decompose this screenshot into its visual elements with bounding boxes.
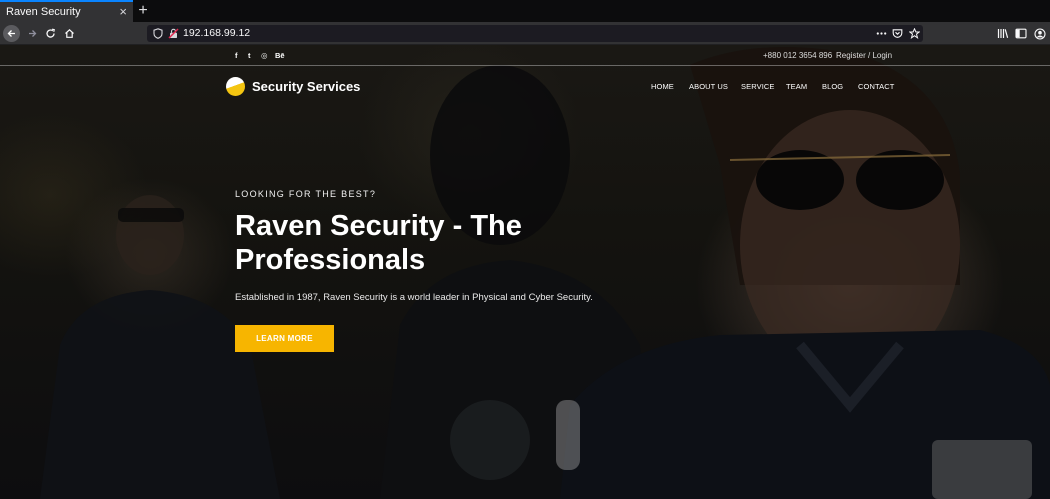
logo-icon[interactable] [226,77,245,96]
hero-subtext: Established in 1987, Raven Security is a… [235,292,593,303]
sidebar-icon[interactable] [1014,27,1027,40]
home-icon[interactable] [61,25,78,42]
nav-about-us[interactable]: ABOUT US [689,82,728,91]
active-tab[interactable]: Raven Security × [0,0,133,22]
navigation-toolbar: 192.168.99.12 [0,22,1050,45]
forward-icon[interactable] [24,25,41,42]
nav-service[interactable]: SERVICE [741,82,775,91]
hero-headline: Raven Security - The Professionals [235,210,522,276]
lock-warning-icon[interactable] [168,28,179,39]
tab-title: Raven Security [6,6,81,18]
top-info-bar: f t ◎ Bē +880 012 3654 896 Register / Lo… [0,45,1050,66]
dribbble-icon[interactable]: ◎ [261,51,268,60]
hero-eyebrow: LOOKING FOR THE BEST? [235,189,377,199]
facebook-icon[interactable]: f [235,51,238,60]
hero-page: f t ◎ Bē +880 012 3654 896 Register / Lo… [0,45,1050,499]
reload-icon[interactable] [42,25,59,42]
brand-name[interactable]: Security Services [252,79,360,94]
nav-home[interactable]: HOME [651,82,674,91]
new-tab-icon[interactable]: + [136,2,150,20]
tab-strip: Raven Security × + [0,0,1050,22]
twitter-icon[interactable]: t [248,51,251,60]
more-icon[interactable] [876,28,887,39]
phone-number: +880 012 3654 896 [763,51,833,60]
url-bar[interactable]: 192.168.99.12 [147,25,923,42]
learn-more-button[interactable]: LEARN MORE [235,325,334,352]
account-icon[interactable] [1033,27,1046,40]
close-tab-icon[interactable]: × [119,5,127,19]
nav-contact[interactable]: CONTACT [858,82,894,91]
url-text[interactable]: 192.168.99.12 [183,27,250,39]
register-login-link[interactable]: Register / Login [836,51,892,60]
behance-icon[interactable]: Bē [275,51,285,60]
nav-team[interactable]: TEAM [786,82,807,91]
bookmark-star-icon[interactable] [909,28,920,39]
pocket-icon[interactable] [892,28,903,39]
library-icon[interactable] [996,27,1009,40]
back-icon[interactable] [3,25,20,42]
nav-blog[interactable]: BLOG [822,82,843,91]
shield-icon[interactable] [152,28,163,39]
